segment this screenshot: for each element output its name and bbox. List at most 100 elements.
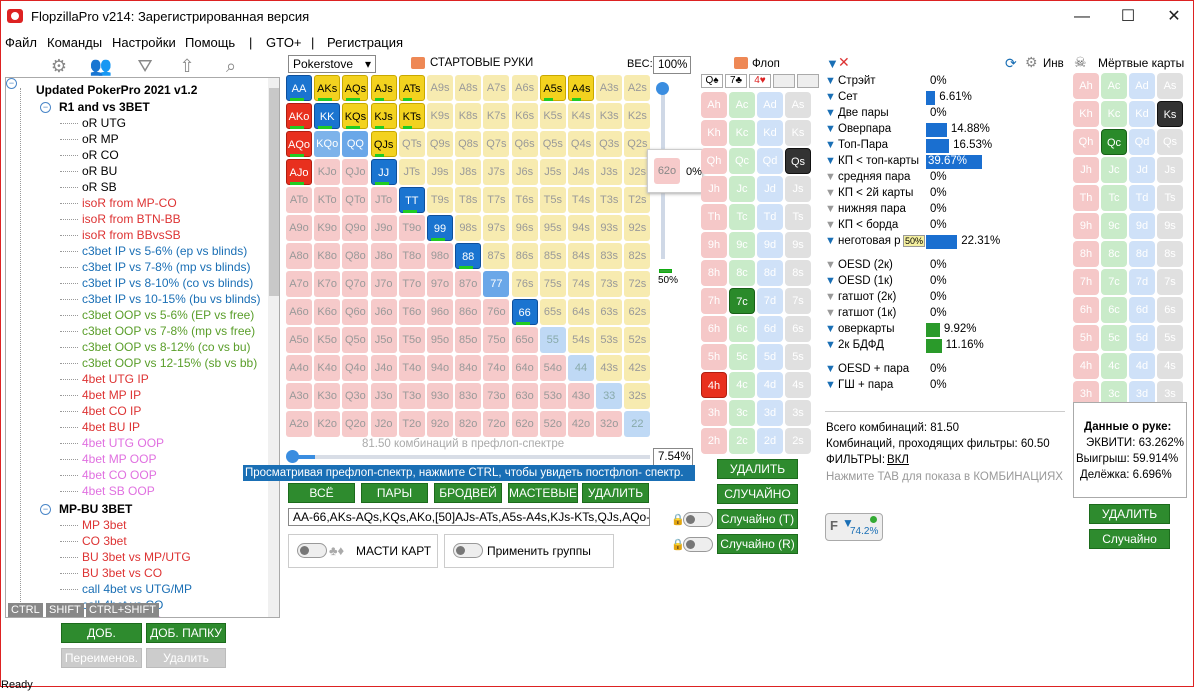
dead-card[interactable]: Jh xyxy=(1073,157,1099,183)
dead-card[interactable]: Ac xyxy=(1101,73,1127,99)
hand-cell[interactable]: A8s xyxy=(455,75,482,101)
hand-cell[interactable]: QTs xyxy=(398,131,425,157)
dead-card[interactable]: Tc xyxy=(1101,185,1127,211)
hand-cell[interactable]: KJo xyxy=(314,159,341,185)
dead-card[interactable]: 7s xyxy=(1157,269,1183,295)
hand-cell[interactable]: T5o xyxy=(398,327,425,353)
hand-cell[interactable]: 32o xyxy=(596,411,623,437)
dead-card[interactable]: 6s xyxy=(1157,297,1183,323)
hand-cell[interactable]: 73o xyxy=(483,383,510,409)
hand-cell[interactable]: 75s xyxy=(539,271,566,297)
hand-cell[interactable]: Q8s xyxy=(455,131,482,157)
hand-cell[interactable]: 94s xyxy=(568,215,594,241)
hand-cell[interactable]: J2o xyxy=(370,411,397,437)
hand-cell[interactable]: 54s xyxy=(568,327,594,353)
hand-cell[interactable]: 22 xyxy=(624,411,651,437)
flop-card[interactable]: 8d xyxy=(757,260,783,286)
hand-cell[interactable]: 42o xyxy=(568,411,594,437)
menu-commands[interactable]: Команды xyxy=(47,35,102,50)
stat-row[interactable]: ▼ ГШ + пара 0% xyxy=(825,378,1065,394)
broadway-button[interactable]: БРОДВЕЙ xyxy=(434,483,502,503)
tree-item[interactable]: 4bet UTG IP xyxy=(82,372,149,386)
dead-card[interactable]: Ah xyxy=(1073,73,1099,99)
menu-help[interactable]: Помощь xyxy=(185,35,235,50)
hand-cell[interactable]: Q5o xyxy=(342,327,369,353)
hand-cell[interactable]: 86s xyxy=(511,243,538,269)
hand-cell[interactable]: 52o xyxy=(539,411,566,437)
stat-row[interactable]: ▼ гатшот (2к) 0% xyxy=(825,290,1065,306)
tree-item[interactable]: call 4bet vs UTG/MP xyxy=(82,582,192,596)
hand-cell[interactable]: Q8o xyxy=(342,243,369,269)
tree-item[interactable]: 4bet BU IP xyxy=(82,420,140,434)
close-button[interactable]: ✕ xyxy=(1151,3,1194,31)
stat-row[interactable]: ▼ Топ-Пара 16.53% xyxy=(825,138,1065,154)
hand-cell[interactable]: J4s xyxy=(568,159,594,185)
dead-card[interactable]: Qc xyxy=(1101,129,1127,155)
hand-cell[interactable]: 97s xyxy=(483,215,510,241)
flop-card[interactable]: Ah xyxy=(701,92,727,118)
clear-range-button[interactable]: УДАЛИТЬ xyxy=(582,483,649,503)
flop-card[interactable]: Qd xyxy=(757,148,783,174)
stat-row[interactable]: ▼ КП < 2й карты 0% xyxy=(825,186,1065,202)
dead-card[interactable]: 7c xyxy=(1101,269,1127,295)
flop-card[interactable]: Td xyxy=(757,204,783,230)
filter-icon[interactable]: ▼ xyxy=(825,291,836,304)
filter-icon[interactable]: ▼ xyxy=(825,323,836,336)
flop-card[interactable]: Ks xyxy=(785,120,811,146)
weight-slider-thumb[interactable] xyxy=(656,82,669,95)
dead-card[interactable]: Ts xyxy=(1157,185,1183,211)
flop-card[interactable]: Qc xyxy=(729,148,755,174)
dead-card[interactable]: Th xyxy=(1073,185,1099,211)
hand-cell[interactable]: 98o xyxy=(427,243,453,269)
hand-cell[interactable]: 62s xyxy=(624,299,651,325)
hand-cell[interactable]: K4o xyxy=(314,355,341,381)
hand-cell[interactable]: K7s xyxy=(483,103,510,129)
tree-item[interactable]: oR UTG xyxy=(82,116,126,130)
weight-input[interactable]: 100% xyxy=(653,56,691,74)
flop-card[interactable]: 4s xyxy=(785,372,811,398)
tree-item[interactable]: 4bet CO IP xyxy=(82,404,141,418)
hand-cell[interactable]: 54o xyxy=(539,355,566,381)
hand-cell[interactable]: T7o xyxy=(398,271,425,297)
hand-cell[interactable]: K5o xyxy=(314,327,341,353)
hand-cell[interactable]: K2s xyxy=(624,103,651,129)
tree-item[interactable]: 4bet MP IP xyxy=(82,388,141,402)
hand-cell[interactable]: J3o xyxy=(370,383,397,409)
dead-card[interactable]: Td xyxy=(1129,185,1155,211)
tree-item[interactable]: 4bet SB OOP xyxy=(82,484,155,498)
stat-row[interactable]: ▼ 2к БДФД 11.16% xyxy=(825,338,1065,354)
dead-delete-button[interactable]: УДАЛИТЬ xyxy=(1089,504,1170,524)
hand-cell[interactable]: A5o xyxy=(286,327,312,353)
filter-icon[interactable]: ▼ xyxy=(825,235,836,248)
tree-item[interactable]: oR SB xyxy=(82,180,117,194)
menu-registration[interactable]: Регистрация xyxy=(327,35,403,50)
stat-row[interactable]: ▼ гатшот (1к) 0% xyxy=(825,306,1065,322)
hand-cell[interactable]: KQo xyxy=(314,131,341,157)
hand-cell[interactable]: J7o xyxy=(370,271,397,297)
filter-icon[interactable]: ▼ xyxy=(825,307,836,320)
dead-card[interactable]: 4s xyxy=(1157,353,1183,379)
hand-cell[interactable]: 62o xyxy=(511,411,538,437)
filter-icon[interactable]: ▼ xyxy=(825,107,836,120)
clear-filter-icon[interactable]: ✕ xyxy=(838,54,850,71)
hand-cell[interactable]: A3s xyxy=(596,75,623,101)
collapse-icon[interactable]: − xyxy=(40,102,51,113)
hand-cell[interactable]: J9s xyxy=(427,159,453,185)
stat-row[interactable]: ▼ OESD (1к) 0% xyxy=(825,274,1065,290)
flop-card[interactable]: 2h xyxy=(701,428,727,454)
dead-card[interactable]: 7h xyxy=(1073,269,1099,295)
flop-suit-tab[interactable]: Q♠ xyxy=(701,74,723,88)
flop-card[interactable]: Jc xyxy=(729,176,755,202)
hand-cell[interactable]: T9o xyxy=(398,215,425,241)
dead-card[interactable]: Qd xyxy=(1129,129,1155,155)
hand-cell[interactable]: A2s xyxy=(624,75,651,101)
hand-cell[interactable]: T3o xyxy=(398,383,425,409)
tree-item[interactable]: c3bet IP vs 5-6% (ep vs blinds) xyxy=(82,244,247,258)
hand-cell[interactable]: J4o xyxy=(370,355,397,381)
flop-card[interactable]: 8h xyxy=(701,260,727,286)
hand-cell[interactable]: A7o xyxy=(286,271,312,297)
hand-cell[interactable]: A6o xyxy=(286,299,312,325)
tree-item[interactable]: isoR from MP-CO xyxy=(82,196,177,210)
hand-cell[interactable]: Q6s xyxy=(511,131,538,157)
hand-cell[interactable]: K5s xyxy=(539,103,566,129)
